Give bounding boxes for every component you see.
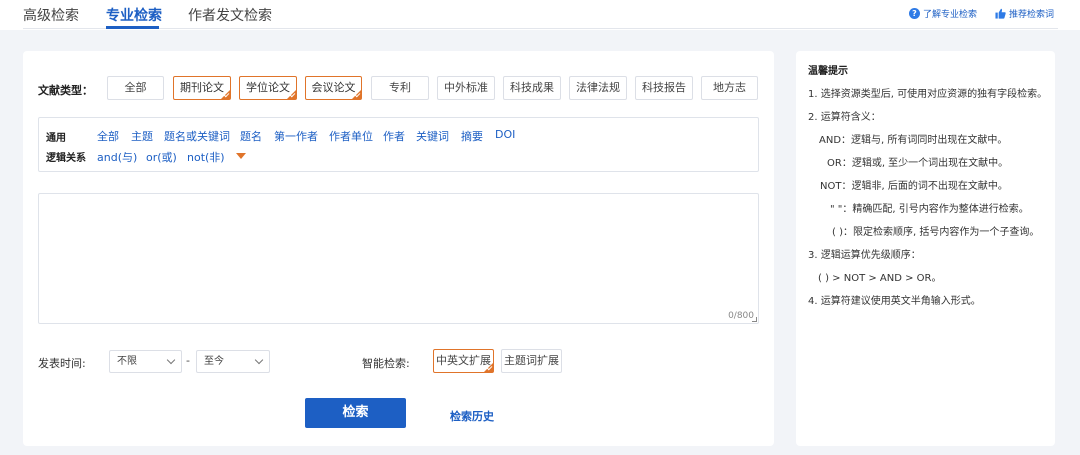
tab-advanced-search[interactable]: 高级检索 [23,5,79,25]
tip-line: ( )：限定检索顺序, 括号内容作为一个子查询。 [832,227,1040,238]
search-history-link[interactable]: 检索历史 [450,408,494,424]
search-button[interactable]: 检索 [305,398,406,428]
field-author[interactable]: 作者 [383,128,405,144]
doc-type-standard[interactable]: 中外标准 [437,76,495,100]
smart-search-label: 智能检索: [362,357,410,370]
selected-check-icon [484,363,493,372]
general-fields-label: 通用 [46,133,66,144]
doc-type-all[interactable]: 全部 [107,76,164,100]
field-first-author[interactable]: 第一作者 [274,128,318,144]
field-author-affiliation[interactable]: 作者单位 [329,128,373,144]
field-title[interactable]: 题名 [240,128,262,144]
char-counter: 0/800 [728,311,754,321]
publish-to-select[interactable]: 至今 [196,350,270,373]
logic-or[interactable]: or(或) [146,149,177,165]
logic-dropdown-icon[interactable] [236,153,246,159]
learn-professional-search-link[interactable]: ? 了解专业检索 [909,7,977,20]
tab-professional-search[interactable]: 专业检索 [106,5,162,25]
doc-type-patent[interactable]: 专利 [371,76,429,100]
field-abstract[interactable]: 摘要 [461,128,483,144]
doc-type-local-chronicle[interactable]: 地方志 [701,76,758,100]
tip-line: ( ) > NOT > AND > OR。 [818,273,942,284]
tab-divider [23,28,1058,29]
tip-line: AND：逻辑与, 所有词同时出现在文献中。 [819,135,1008,146]
tip-line: " "：精确匹配, 引号内容作为整体进行检索。 [830,204,1029,215]
field-title-or-keyword[interactable]: 题名或关键词 [164,128,230,144]
field-keyword[interactable]: 关键词 [416,128,449,144]
subject-term-expand-option[interactable]: 主题词扩展 [501,349,562,373]
doc-type-label: 文献类型： [38,84,93,97]
resize-handle-icon[interactable] [752,317,757,322]
cn-en-expand-option[interactable]: 中英文扩展 [433,349,494,373]
field-doi[interactable]: DOI [495,128,515,141]
chevron-down-icon [166,355,176,365]
selected-check-icon [221,90,230,99]
doc-type-conference[interactable]: 会议论文 [305,76,362,100]
doc-type-achievement[interactable]: 科技成果 [503,76,561,100]
doc-type-thesis[interactable]: 学位论文 [239,76,297,100]
field-subject[interactable]: 主题 [131,128,153,144]
thumbs-up-icon [995,8,1006,19]
tip-line: 2. 运算符含义： [808,112,881,123]
doc-type-report[interactable]: 科技报告 [635,76,693,100]
tip-line: NOT：逻辑非, 后面的词不出现在文献中。 [820,181,1008,192]
chevron-down-icon [254,355,264,365]
doc-type-journal[interactable]: 期刊论文 [173,76,231,100]
selected-check-icon [352,90,361,99]
recommend-terms-link[interactable]: 推荐检索词 [995,7,1054,20]
field-all[interactable]: 全部 [97,128,119,144]
active-tab-indicator [106,26,159,29]
logic-not[interactable]: not(非) [187,149,225,165]
recommend-label: 推荐检索词 [1009,10,1055,20]
tip-line: 1. 选择资源类型后, 可使用对应资源的独有字段检索。 [808,89,1048,100]
logic-label: 逻辑关系 [46,153,86,164]
selected-check-icon [287,90,296,99]
date-separator: - [186,354,190,367]
learn-label: 了解专业检索 [923,10,978,20]
publish-from-select[interactable]: 不限 [109,350,182,373]
logic-and[interactable]: and(与) [97,149,137,165]
tip-line: OR：逻辑或, 至少一个词出现在文献中。 [827,158,1009,169]
question-icon: ? [909,8,920,19]
tip-line: 4. 运算符建议使用英文半角输入形式。 [808,296,981,307]
doc-type-law[interactable]: 法律法规 [569,76,627,100]
query-input[interactable]: 0/800 [38,193,759,324]
tab-author-search[interactable]: 作者发文检索 [188,5,272,25]
publish-time-label: 发表时间: [38,357,86,370]
tips-title: 温馨提示 [808,66,848,77]
tip-line: 3. 逻辑运算优先级顺序： [808,250,921,261]
